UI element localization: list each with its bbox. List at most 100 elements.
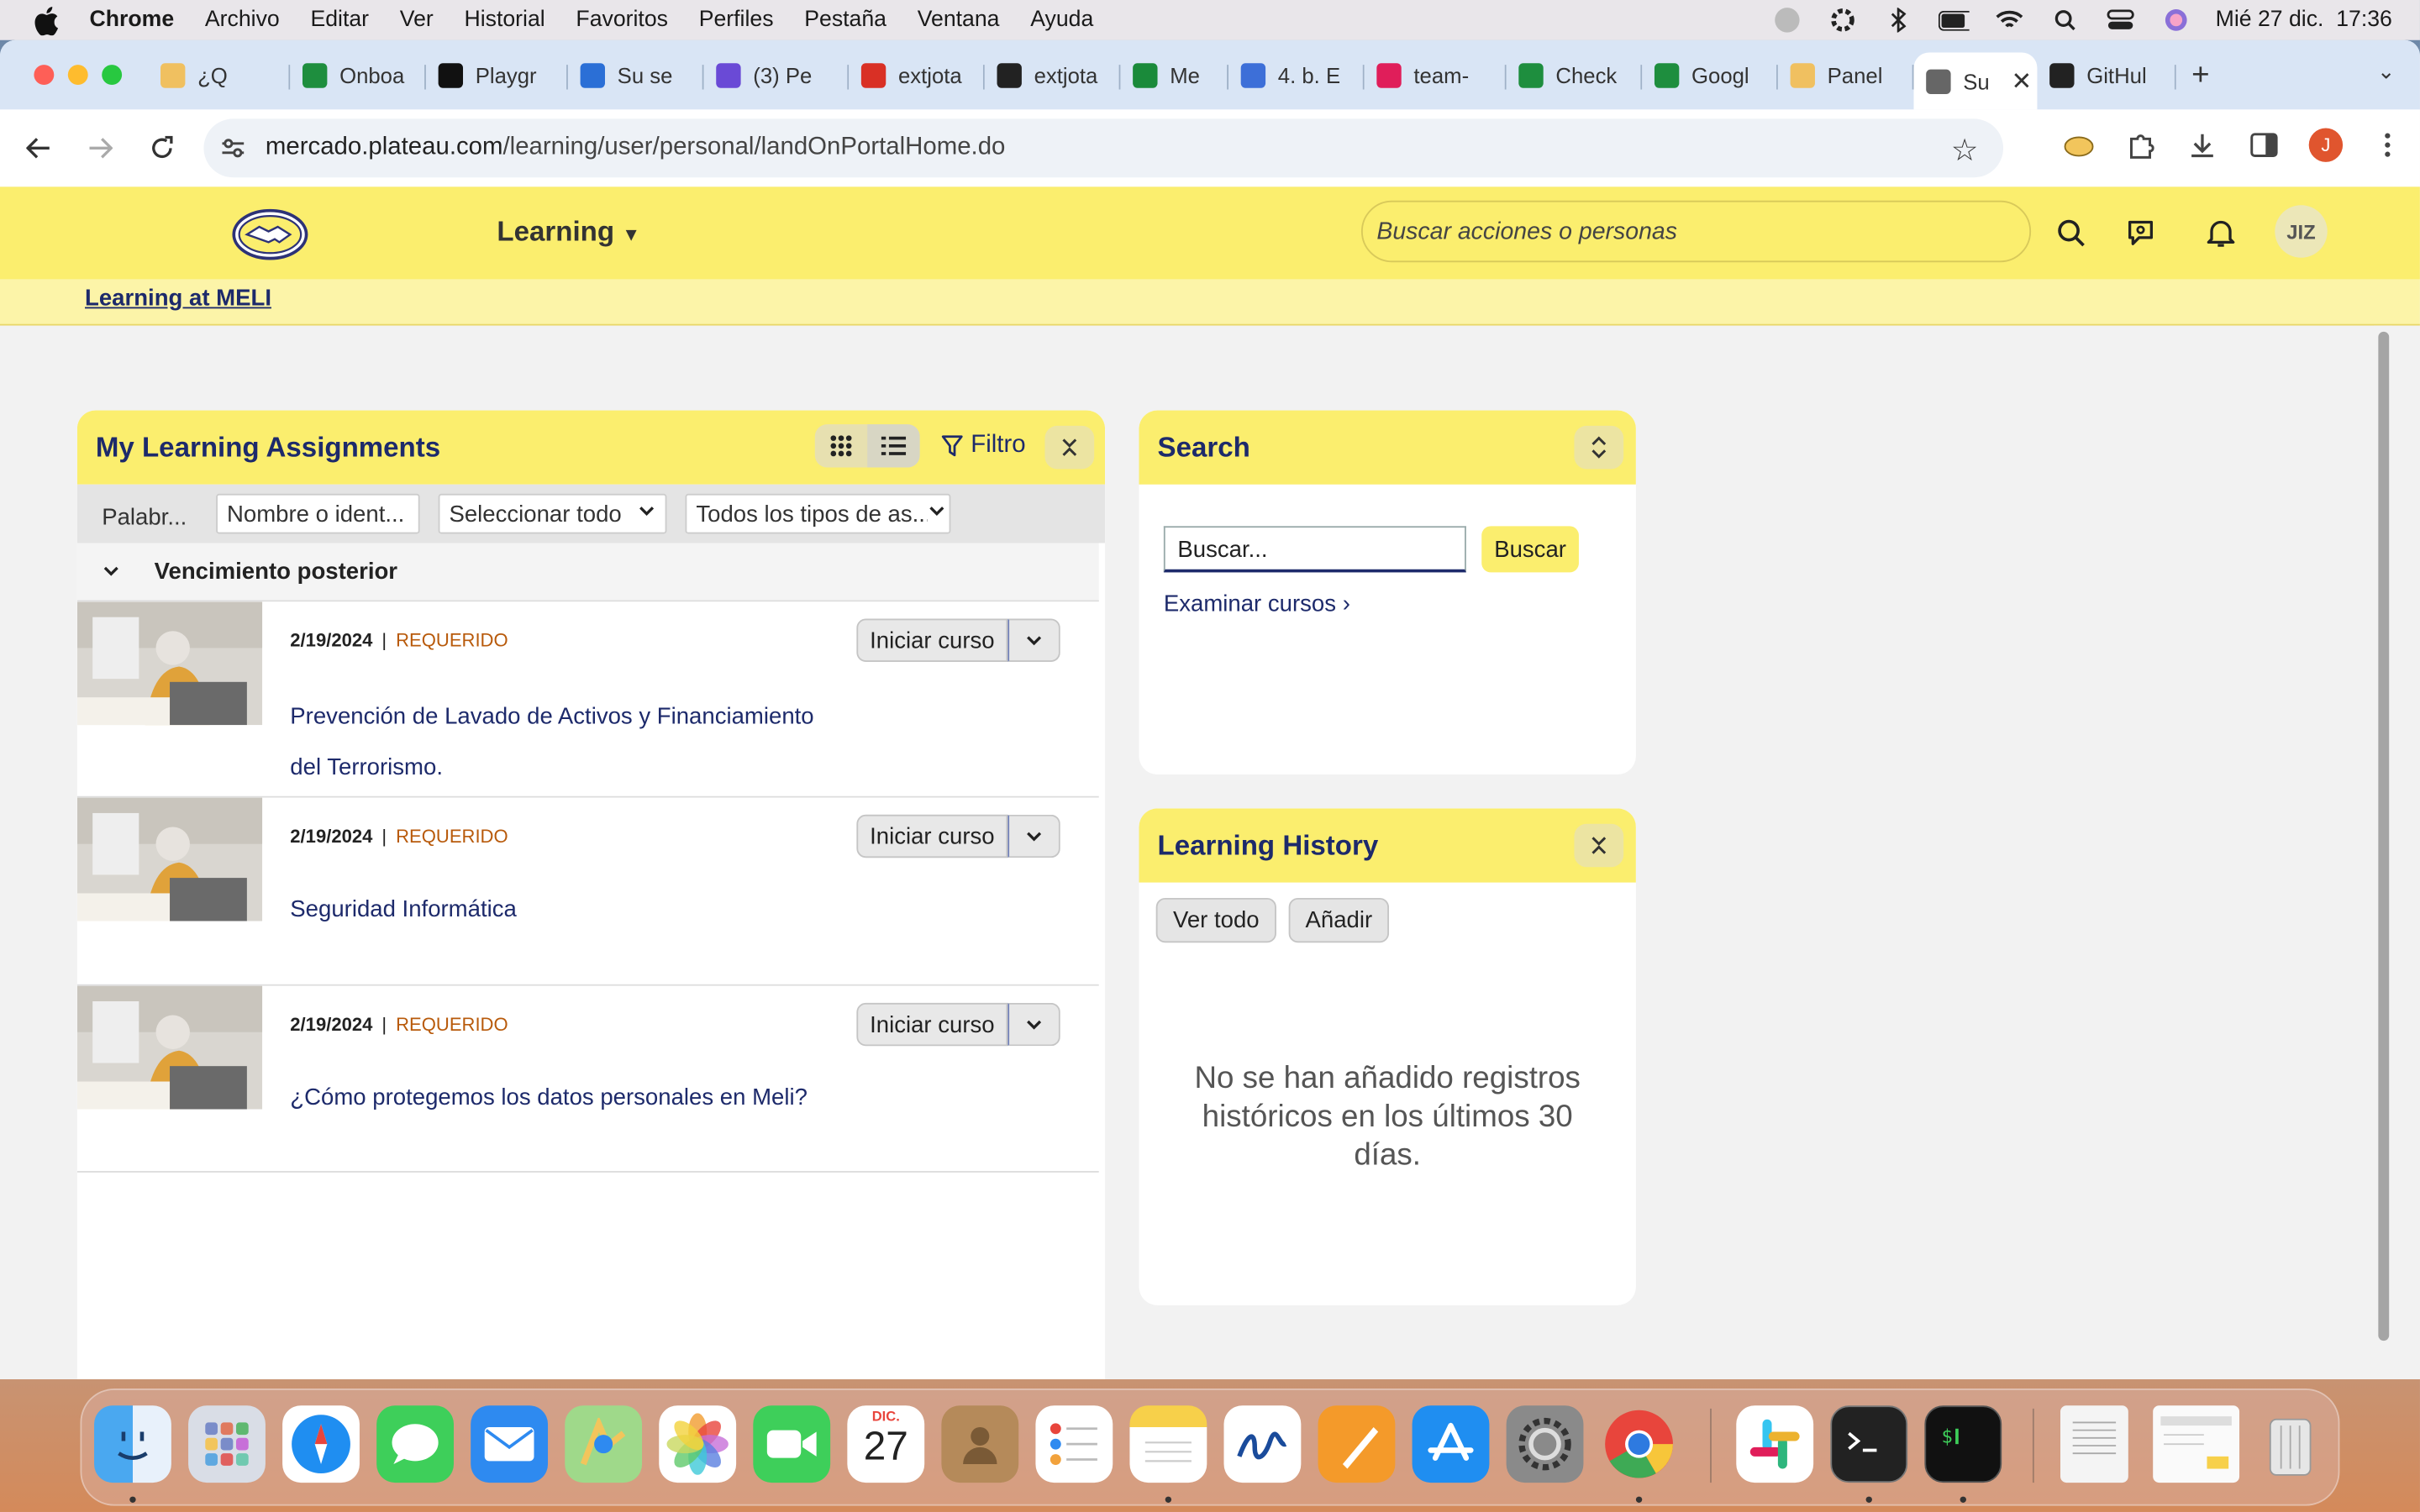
forward-icon[interactable] <box>83 131 117 165</box>
menu-favoritos[interactable]: Favoritos <box>576 8 668 32</box>
calendar-icon[interactable]: DIC. 27 <box>847 1405 925 1483</box>
freeform-icon[interactable] <box>1223 1405 1302 1483</box>
global-search-input[interactable]: Buscar acciones o personas <box>1360 200 2032 263</box>
course-options-dropdown[interactable] <box>1007 1002 1060 1047</box>
browser-tab[interactable]: Check <box>1507 52 1643 98</box>
browse-courses-link[interactable]: Examinar cursos › <box>1164 591 1350 617</box>
learning-at-meli-link[interactable]: Learning at MELI <box>85 286 271 312</box>
address-bar[interactable]: mercado.plateau.com/learning/user/person… <box>203 118 2004 178</box>
reminders-icon[interactable] <box>1035 1405 1113 1483</box>
apple-icon[interactable] <box>31 5 62 36</box>
browser-tab[interactable]: Su se <box>568 52 704 98</box>
menu-historial[interactable]: Historial <box>465 8 545 32</box>
close-window-button[interactable] <box>34 65 55 86</box>
zoom-window-button[interactable] <box>102 65 123 86</box>
iterm-icon[interactable]: $ <box>1924 1405 2002 1483</box>
side-panel-icon[interactable] <box>2247 128 2281 161</box>
start-course-button[interactable]: Iniciar curso <box>856 1002 1008 1047</box>
browser-tab[interactable]: Googl <box>1642 52 1778 98</box>
chrome-menu-icon[interactable] <box>2370 128 2404 161</box>
maps-icon[interactable] <box>565 1405 643 1483</box>
tab-search-chevron-icon[interactable]: ⌄ <box>2377 59 2396 85</box>
browser-tab[interactable]: 4. b. E <box>1228 52 1365 98</box>
extension-icon[interactable] <box>2062 128 2096 161</box>
menu-pestana[interactable]: Pestaña <box>804 8 886 32</box>
spotlight-search-icon[interactable] <box>2049 8 2080 32</box>
minimize-window-button[interactable] <box>67 65 88 86</box>
vpn-icon[interactable] <box>1771 8 1802 33</box>
browser-tab[interactable]: ¿Q <box>148 52 291 98</box>
course-thumbnail[interactable] <box>76 797 263 921</box>
grid-view-icon[interactable] <box>815 424 867 467</box>
course-title-link[interactable]: ¿Cómo protegemos los datos personales en… <box>290 1073 808 1124</box>
search-button[interactable]: Buscar <box>1481 526 1579 573</box>
notes-window-icon[interactable] <box>2153 1405 2240 1483</box>
finder-icon[interactable] <box>94 1405 171 1483</box>
battery-icon[interactable] <box>1938 8 1969 32</box>
menu-ver[interactable]: Ver <box>400 8 434 32</box>
list-view-icon[interactable] <box>867 424 920 468</box>
chevron-down-icon[interactable] <box>102 558 124 585</box>
menu-editar[interactable]: Editar <box>310 8 369 32</box>
due-later-group-header[interactable]: Vencimiento posterior <box>76 543 1099 602</box>
mail-icon[interactable] <box>471 1405 549 1483</box>
profile-avatar[interactable]: J <box>2308 128 2344 162</box>
reload-icon[interactable] <box>145 131 179 165</box>
launchpad-icon[interactable] <box>188 1405 266 1483</box>
bookmark-star-icon[interactable]: ☆ <box>1951 131 1979 170</box>
trash-icon[interactable] <box>2252 1405 2329 1483</box>
collapse-history-button[interactable] <box>1574 823 1624 868</box>
course-title-link[interactable]: Seguridad Informática <box>290 884 517 935</box>
browser-tab[interactable]: Me <box>1120 52 1229 98</box>
start-course-button[interactable]: Iniciar curso <box>856 618 1008 662</box>
view-all-button[interactable]: Ver todo <box>1155 897 1276 943</box>
browser-tab[interactable]: GitHul <box>2037 52 2176 98</box>
chrome-icon[interactable] <box>1601 1405 1678 1483</box>
document-icon[interactable] <box>2060 1405 2128 1483</box>
siri-icon[interactable] <box>2160 8 2191 32</box>
menubar-clock[interactable]: Mié 27 dic. 17:36 <box>2216 8 2392 32</box>
course-search-input[interactable]: Buscar... <box>1163 526 1466 573</box>
menu-ayuda[interactable]: Ayuda <box>1030 8 1093 32</box>
chat-icon[interactable] <box>2122 214 2159 251</box>
browser-tab[interactable]: Su ✕ <box>1913 52 2038 110</box>
add-history-button[interactable]: Añadir <box>1288 897 1390 943</box>
menu-perfiles[interactable]: Perfiles <box>699 8 774 32</box>
new-tab-button[interactable]: + <box>2191 58 2209 93</box>
browser-tab[interactable]: Playgr <box>426 52 568 98</box>
name-or-id-input[interactable]: Nombre o ident... <box>216 493 420 534</box>
course-thumbnail[interactable] <box>76 601 263 726</box>
menu-chrome[interactable]: Chrome <box>90 8 175 32</box>
download-icon[interactable] <box>2186 128 2219 161</box>
safari-icon[interactable] <box>282 1405 360 1483</box>
pages-icon[interactable] <box>1318 1405 1396 1483</box>
browser-tab[interactable]: Onboa <box>290 52 426 98</box>
learning-menu[interactable]: Learning ▼ <box>497 216 640 249</box>
bluetooth-icon[interactable] <box>1882 8 1913 33</box>
select-all-dropdown[interactable]: Seleccionar todo <box>438 493 667 534</box>
terminal-icon[interactable] <box>1830 1405 1908 1483</box>
mercado-libre-logo[interactable] <box>232 208 309 260</box>
page-scrollbar[interactable] <box>2373 325 2392 1380</box>
browser-tab[interactable]: (3) Pe <box>704 52 850 98</box>
settings-gear-icon[interactable] <box>1827 8 1858 32</box>
messages-icon[interactable] <box>376 1405 454 1483</box>
search-icon[interactable] <box>2053 214 2090 251</box>
user-avatar[interactable]: JIZ <box>2275 205 2328 258</box>
menu-archivo[interactable]: Archivo <box>205 8 280 32</box>
browser-tab[interactable]: extjota <box>849 52 985 98</box>
url-text[interactable]: mercado.plateau.com/learning/user/person… <box>266 134 1005 162</box>
facetime-icon[interactable] <box>753 1405 831 1483</box>
extensions-puzzle-icon[interactable] <box>2123 128 2157 161</box>
assignment-types-dropdown[interactable]: Todos los tipos de as... <box>685 493 951 534</box>
app-store-icon[interactable] <box>1412 1405 1490 1483</box>
scrollbar-thumb[interactable] <box>2378 331 2390 1341</box>
course-options-dropdown[interactable] <box>1007 618 1060 662</box>
course-title-link[interactable]: Prevención de Lavado de Activos y Financ… <box>290 691 813 793</box>
filter-button[interactable]: Filtro <box>941 432 1026 459</box>
contacts-icon[interactable] <box>941 1405 1019 1483</box>
system-settings-icon[interactable] <box>1506 1405 1584 1483</box>
collapse-assignments-button[interactable] <box>1044 425 1095 470</box>
notes-icon[interactable] <box>1129 1405 1207 1483</box>
notifications-bell-icon[interactable] <box>2202 214 2239 251</box>
